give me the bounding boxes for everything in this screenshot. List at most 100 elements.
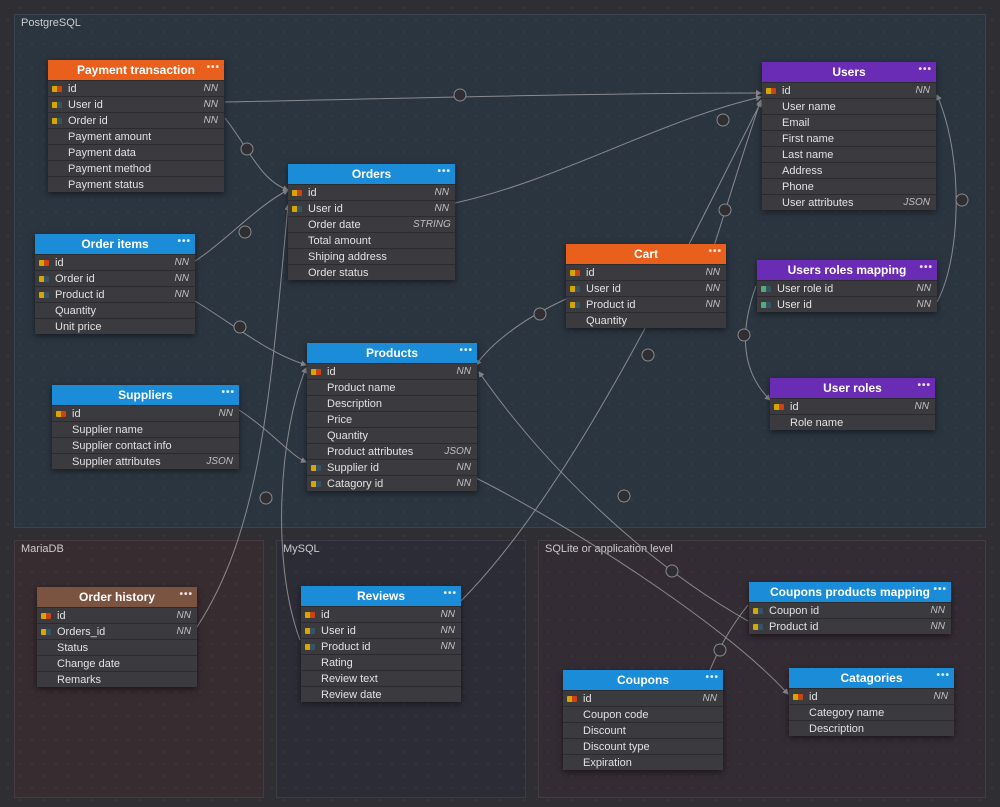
table-column-row[interactable]: Coupon idNN <box>749 602 951 618</box>
table-column-row[interactable]: Product idNN <box>566 296 726 312</box>
table-categories[interactable]: Catagories ••• idNNCategory nameDescript… <box>789 668 954 736</box>
table-column-row[interactable]: Category name <box>789 704 954 720</box>
table-header[interactable]: Catagories ••• <box>789 668 954 688</box>
table-column-row[interactable]: Order dateSTRING <box>288 216 455 232</box>
table-header[interactable]: Order history ••• <box>37 587 197 607</box>
table-products[interactable]: Products ••• idNNProduct nameDescription… <box>307 343 477 491</box>
table-column-row[interactable]: User attributesJSON <box>762 194 936 210</box>
table-order-items[interactable]: Order items ••• idNNOrder idNNProduct id… <box>35 234 195 334</box>
table-header[interactable]: Cart ••• <box>566 244 726 264</box>
more-icon[interactable]: ••• <box>936 670 950 681</box>
table-column-row[interactable]: User idNN <box>48 96 224 112</box>
table-column-row[interactable]: Payment method <box>48 160 224 176</box>
table-column-row[interactable]: Address <box>762 162 936 178</box>
table-column-row[interactable]: Email <box>762 114 936 130</box>
table-column-row[interactable]: Last name <box>762 146 936 162</box>
more-icon[interactable]: ••• <box>206 62 220 73</box>
table-column-row[interactable]: Unit price <box>35 318 195 334</box>
table-column-row[interactable]: idNN <box>762 82 936 98</box>
more-icon[interactable]: ••• <box>705 672 719 683</box>
table-column-row[interactable]: idNN <box>301 606 461 622</box>
table-column-row[interactable]: idNN <box>770 398 935 414</box>
table-column-row[interactable]: Description <box>307 395 477 411</box>
table-suppliers[interactable]: Suppliers ••• idNNSupplier name Supplier … <box>52 385 239 469</box>
table-column-row[interactable]: User role idNN <box>757 280 937 296</box>
table-column-row[interactable]: Product idNN <box>301 638 461 654</box>
table-column-row[interactable]: Price <box>307 411 477 427</box>
table-column-row[interactable]: Quantity <box>566 312 726 328</box>
table-users[interactable]: Users ••• idNNUser nameEmailFirst nameLa… <box>762 62 936 210</box>
more-icon[interactable]: ••• <box>917 380 931 391</box>
table-column-row[interactable]: Discount type <box>563 738 723 754</box>
table-column-row[interactable]: Phone <box>762 178 936 194</box>
more-icon[interactable]: ••• <box>918 64 932 75</box>
table-header[interactable]: Orders ••• <box>288 164 455 184</box>
table-orders[interactable]: Orders ••• idNNUser idNNOrder dateSTRING… <box>288 164 455 280</box>
erd-canvas[interactable]: PostgreSQL MariaDB MySQL SQLite or appli… <box>0 0 1000 807</box>
table-column-row[interactable]: Product attributesJSON <box>307 443 477 459</box>
table-column-row[interactable]: Quantity <box>307 427 477 443</box>
table-column-row[interactable]: Catagory idNN <box>307 475 477 491</box>
table-column-row[interactable]: User name <box>762 98 936 114</box>
table-reviews[interactable]: Reviews ••• idNNUser idNNProduct idNNRat… <box>301 586 461 702</box>
table-column-row[interactable]: Description <box>789 720 954 736</box>
table-header[interactable]: Products ••• <box>307 343 477 363</box>
table-column-row[interactable]: idNN <box>307 363 477 379</box>
table-column-row[interactable]: Total amount <box>288 232 455 248</box>
table-header[interactable]: Suppliers ••• <box>52 385 239 405</box>
table-cart[interactable]: Cart ••• idNNUser idNNProduct idNNQuanti… <box>566 244 726 328</box>
table-column-row[interactable]: User idNN <box>301 622 461 638</box>
table-column-row[interactable]: idNN <box>789 688 954 704</box>
table-column-row[interactable]: Expiration <box>563 754 723 770</box>
table-column-row[interactable]: Supplier name <box>52 421 239 437</box>
table-column-row[interactable]: Payment data <box>48 144 224 160</box>
table-coupons[interactable]: Coupons ••• idNNCoupon codeDiscountDisco… <box>563 670 723 770</box>
more-icon[interactable]: ••• <box>459 345 473 356</box>
table-column-row[interactable]: idNN <box>35 254 195 270</box>
table-column-row[interactable]: Quantity <box>35 302 195 318</box>
table-column-row[interactable]: Order status <box>288 264 455 280</box>
table-column-row[interactable]: User idNN <box>757 296 937 312</box>
table-column-row[interactable]: idNN <box>52 405 239 421</box>
table-column-row[interactable]: Status <box>37 639 197 655</box>
table-column-row[interactable]: First name <box>762 130 936 146</box>
more-icon[interactable]: ••• <box>177 236 191 247</box>
table-column-row[interactable]: Product idNN <box>35 286 195 302</box>
table-column-row[interactable]: Rating <box>301 654 461 670</box>
more-icon[interactable]: ••• <box>179 589 193 600</box>
table-header[interactable]: Coupons ••• <box>563 670 723 690</box>
more-icon[interactable]: ••• <box>708 246 722 257</box>
more-icon[interactable]: ••• <box>933 584 947 595</box>
table-column-row[interactable]: Review text <box>301 670 461 686</box>
table-column-row[interactable]: Shiping address <box>288 248 455 264</box>
table-column-row[interactable]: Order idNN <box>35 270 195 286</box>
table-header[interactable]: Users ••• <box>762 62 936 82</box>
table-column-row[interactable]: idNN <box>288 184 455 200</box>
table-column-row[interactable]: Payment status <box>48 176 224 192</box>
more-icon[interactable]: ••• <box>919 262 933 273</box>
table-user-roles[interactable]: User roles ••• idNNRole name <box>770 378 935 430</box>
more-icon[interactable]: ••• <box>221 387 235 398</box>
table-column-row[interactable]: Role name <box>770 414 935 430</box>
table-column-row[interactable]: Orders_idNN <box>37 623 197 639</box>
table-column-row[interactable]: User idNN <box>566 280 726 296</box>
table-header[interactable]: Users roles mapping ••• <box>757 260 937 280</box>
table-header[interactable]: Reviews ••• <box>301 586 461 606</box>
table-column-row[interactable]: Product name <box>307 379 477 395</box>
more-icon[interactable]: ••• <box>437 166 451 177</box>
table-column-row[interactable]: Change date <box>37 655 197 671</box>
table-header[interactable]: Payment transaction ••• <box>48 60 224 80</box>
more-icon[interactable]: ••• <box>443 588 457 599</box>
table-column-row[interactable]: Review date <box>301 686 461 702</box>
table-column-row[interactable]: Supplier attributesJSON <box>52 453 239 469</box>
table-column-row[interactable]: Discount <box>563 722 723 738</box>
table-order-history[interactable]: Order history ••• idNNOrders_idNNStatusC… <box>37 587 197 687</box>
table-column-row[interactable]: Coupon code <box>563 706 723 722</box>
table-column-row[interactable]: Payment amount <box>48 128 224 144</box>
table-header[interactable]: User roles ••• <box>770 378 935 398</box>
table-column-row[interactable]: idNN <box>48 80 224 96</box>
table-column-row[interactable]: Remarks <box>37 671 197 687</box>
table-column-row[interactable]: User idNN <box>288 200 455 216</box>
table-header[interactable]: Order items ••• <box>35 234 195 254</box>
table-column-row[interactable]: Order idNN <box>48 112 224 128</box>
